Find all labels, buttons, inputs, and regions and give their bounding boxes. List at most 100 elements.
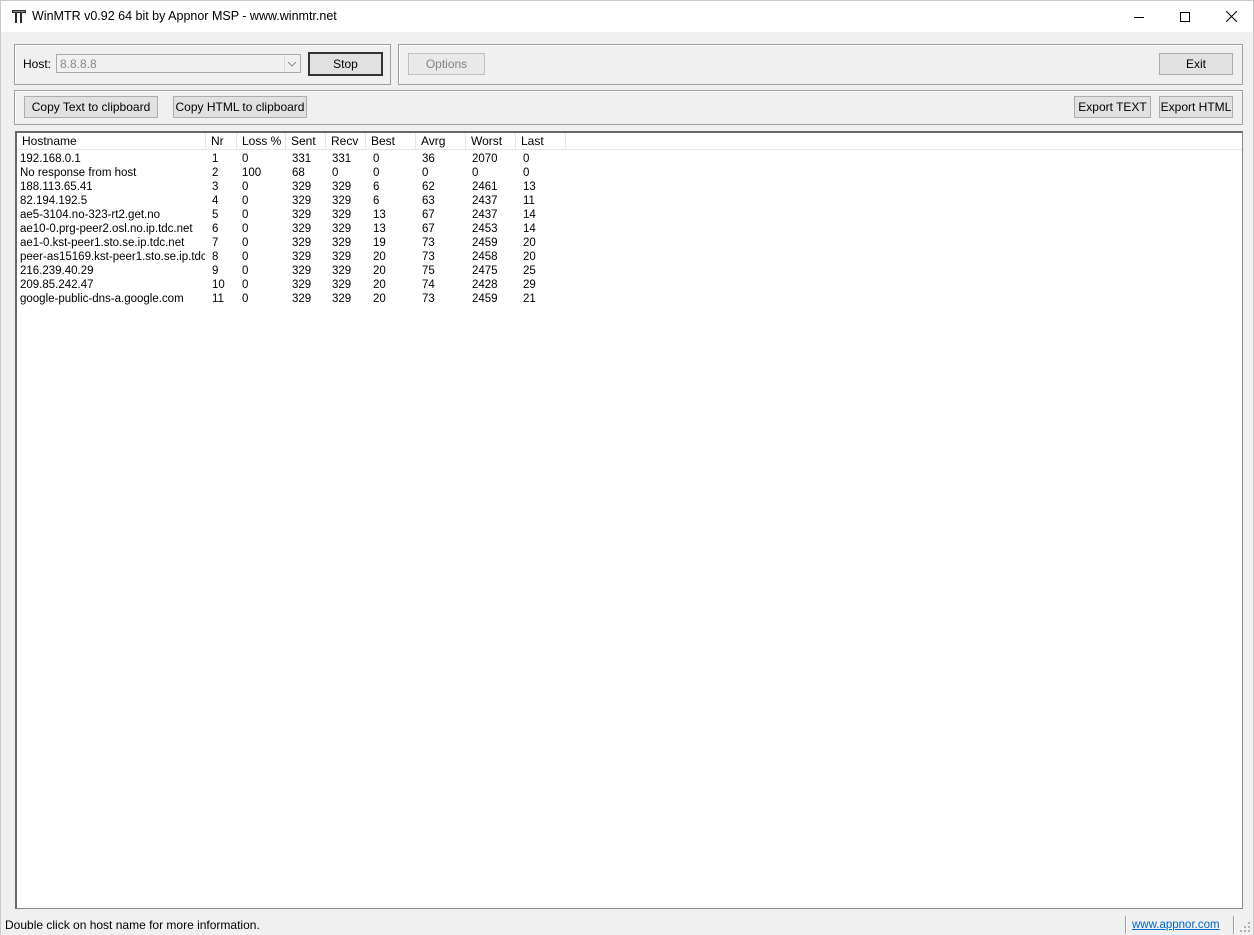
cell-best: 0	[373, 167, 380, 179]
cell-hostname[interactable]: 209.85.242.47	[20, 278, 205, 292]
cell-best: 13	[373, 209, 386, 221]
options-button[interactable]: Options	[408, 53, 485, 75]
column-recv[interactable]: Recv	[326, 133, 366, 150]
cell-best: 20	[373, 251, 386, 263]
cell-recv: 329	[332, 181, 352, 193]
cell-worst: 2453	[472, 223, 498, 235]
column-loss[interactable]: Loss %	[237, 133, 286, 150]
host-combobox[interactable]: 8.8.8.8	[56, 54, 301, 73]
cell-best: 20	[373, 265, 386, 277]
host-value: 8.8.8.8	[60, 57, 97, 71]
minimize-icon	[1134, 16, 1144, 18]
cell-avrg: 74	[422, 279, 435, 291]
copy-text-button[interactable]: Copy Text to clipboard	[24, 96, 158, 118]
stop-button[interactable]: Stop	[308, 52, 383, 76]
cell-hostname[interactable]: google-public-dns-a.google.com	[20, 292, 205, 306]
cell-last: 21	[523, 293, 536, 305]
cell-hostname[interactable]: No response from host	[20, 166, 205, 180]
table-row[interactable]: 209.85.242.47 10 0 329 329 20 74 2428 29	[17, 278, 577, 292]
column-avrg[interactable]: Avrg	[416, 133, 466, 150]
cell-sent: 329	[292, 279, 312, 291]
copy-html-button[interactable]: Copy HTML to clipboard	[173, 96, 307, 118]
cell-last: 20	[523, 237, 536, 249]
cell-avrg: 73	[422, 237, 435, 249]
chevron-down-icon[interactable]	[284, 56, 299, 72]
status-bar: Double click on host name for more infor…	[1, 915, 1253, 935]
cell-worst: 2070	[472, 153, 498, 165]
cell-hostname[interactable]: ae1-0.kst-peer1.sto.se.ip.tdc.net	[20, 236, 205, 250]
cell-recv: 329	[332, 195, 352, 207]
close-button[interactable]	[1208, 1, 1254, 32]
cell-last: 13	[523, 181, 536, 193]
exit-button[interactable]: Exit	[1159, 53, 1233, 75]
column-worst[interactable]: Worst	[466, 133, 516, 150]
cell-recv: 331	[332, 153, 352, 165]
cell-last: 0	[523, 153, 530, 165]
app-icon[interactable]	[11, 8, 27, 24]
cell-loss: 0	[242, 279, 249, 291]
cell-nr: 2	[212, 167, 219, 179]
host-label: Host:	[23, 57, 52, 71]
cell-loss: 0	[242, 209, 249, 221]
cell-avrg: 73	[422, 293, 435, 305]
column-last[interactable]: Last	[516, 133, 566, 150]
cell-last: 20	[523, 251, 536, 263]
table-row[interactable]: peer-as15169.kst-peer1.sto.se.ip.tdc....…	[17, 250, 577, 264]
cell-last: 25	[523, 265, 536, 277]
cell-avrg: 63	[422, 195, 435, 207]
table-row[interactable]: google-public-dns-a.google.com 11 0 329 329 2…	[17, 292, 577, 306]
cell-recv: 329	[332, 265, 352, 277]
table-row[interactable]: 192.168.0.1 1 0 331 331 0 36 2070 0	[17, 152, 577, 166]
cell-hostname[interactable]: 216.239.40.29	[20, 264, 205, 278]
cell-recv: 329	[332, 237, 352, 249]
cell-loss: 0	[242, 181, 249, 193]
winmtr-window: WinMTR v0.92 64 bit by Appnor MSP - www.…	[0, 0, 1254, 935]
appnor-link[interactable]: www.appnor.com	[1132, 919, 1220, 931]
cell-loss: 0	[242, 237, 249, 249]
cell-recv: 329	[332, 251, 352, 263]
cell-hostname[interactable]: ae5-3104.no-323-rt2.get.no	[20, 208, 205, 222]
cell-best: 6	[373, 181, 380, 193]
maximize-button[interactable]	[1162, 1, 1208, 32]
export-text-button[interactable]: Export TEXT	[1074, 96, 1151, 118]
table-row[interactable]: ae5-3104.no-323-rt2.get.no 5 0 329 329 13 67 24…	[17, 208, 577, 222]
column-nr[interactable]: Nr	[206, 133, 237, 150]
cell-avrg: 36	[422, 153, 435, 165]
resize-grip-icon[interactable]	[1239, 921, 1251, 933]
cell-sent: 329	[292, 237, 312, 249]
table-row[interactable]: 82.194.192.5 4 0 329 329 6 63 2437 11	[17, 194, 577, 208]
cell-hostname[interactable]: ae10-0.prg-peer2.osl.no.ip.tdc.net	[20, 222, 205, 236]
export-html-button[interactable]: Export HTML	[1159, 96, 1233, 118]
status-separator	[1125, 916, 1127, 934]
title-bar[interactable]: WinMTR v0.92 64 bit by Appnor MSP - www.…	[1, 1, 1253, 32]
cell-hostname[interactable]: peer-as15169.kst-peer1.sto.se.ip.tdc....	[20, 250, 205, 264]
cell-nr: 1	[212, 153, 219, 165]
cell-last: 14	[523, 209, 536, 221]
cell-recv: 329	[332, 293, 352, 305]
cell-recv: 329	[332, 279, 352, 291]
cell-best: 19	[373, 237, 386, 249]
cell-hostname[interactable]: 192.168.0.1	[20, 152, 205, 166]
cell-loss: 0	[242, 195, 249, 207]
table-row[interactable]: 188.113.65.41 3 0 329 329 6 62 2461 13	[17, 180, 577, 194]
cell-best: 13	[373, 223, 386, 235]
cell-hostname[interactable]: 188.113.65.41	[20, 180, 205, 194]
column-hostname[interactable]: Hostname	[17, 133, 206, 150]
column-best[interactable]: Best	[366, 133, 416, 150]
cell-loss: 0	[242, 153, 249, 165]
cell-avrg: 73	[422, 251, 435, 263]
cell-nr: 4	[212, 195, 219, 207]
cell-last: 11	[523, 195, 535, 207]
table-row[interactable]: ae10-0.prg-peer2.osl.no.ip.tdc.net 6 0 329 3…	[17, 222, 577, 236]
cell-loss: 0	[242, 293, 249, 305]
cell-best: 20	[373, 293, 386, 305]
table-row[interactable]: ae1-0.kst-peer1.sto.se.ip.tdc.net 7 0 329 32…	[17, 236, 577, 250]
cell-sent: 329	[292, 209, 312, 221]
results-table[interactable]: Hostname Nr Loss % Sent Recv Best Avrg W…	[15, 131, 1243, 909]
column-sent[interactable]: Sent	[286, 133, 326, 150]
table-row[interactable]: No response from host 2 100 68 0 0 0 0 0	[17, 166, 577, 180]
minimize-button[interactable]	[1116, 1, 1162, 32]
cell-hostname[interactable]: 82.194.192.5	[20, 194, 205, 208]
table-row[interactable]: 216.239.40.29 9 0 329 329 20 75 2475 25	[17, 264, 577, 278]
table-header: Hostname Nr Loss % Sent Recv Best Avrg W…	[17, 133, 1242, 150]
